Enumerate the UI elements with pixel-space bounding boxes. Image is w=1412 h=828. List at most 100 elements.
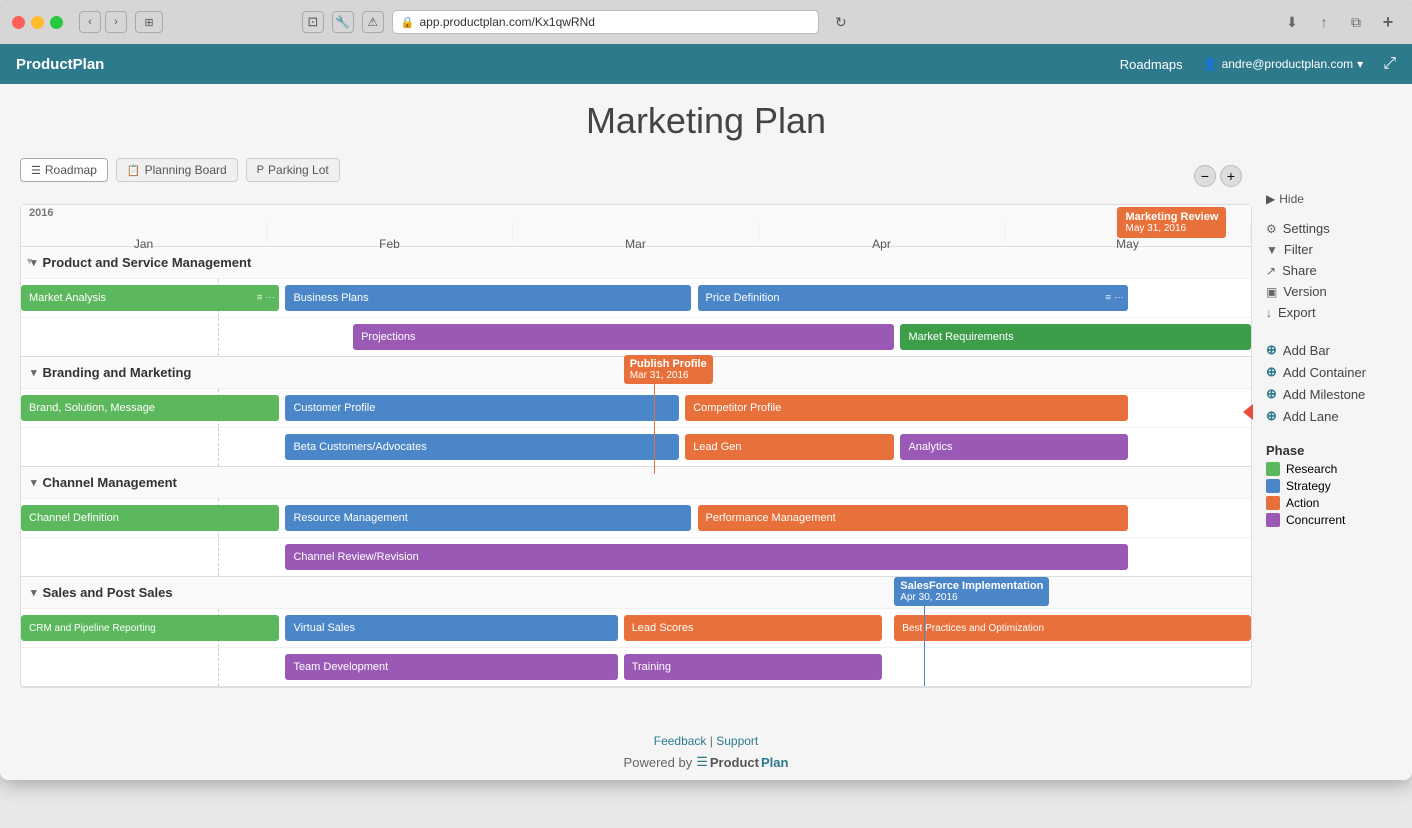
powered-by-text: Powered by	[624, 755, 693, 770]
bar-customer-profile[interactable]: Customer Profile	[285, 395, 679, 421]
add-bar-button[interactable]: ⊕ Add Bar	[1266, 339, 1396, 361]
bar-market-requirements[interactable]: Market Requirements	[900, 324, 1251, 350]
section-branding-title: Branding and Marketing	[43, 365, 192, 380]
bar-beta-customers[interactable]: Beta Customers/Advocates	[285, 434, 679, 460]
main-content: Marketing Plan ☰ Roadmap 📋 Planning Boar…	[0, 84, 1412, 724]
bar-lead-gen[interactable]: Lead Gen	[685, 434, 894, 460]
sidebar-item-version[interactable]: ▣ Version	[1266, 281, 1396, 302]
lane-channel-1: Channel Definition Resource Management P…	[21, 498, 1251, 537]
section-sales-header: ▾ Sales and Post Sales	[21, 577, 1251, 608]
version-icon: ▣	[1266, 285, 1277, 299]
download-icon[interactable]: ⬇	[1280, 10, 1304, 34]
zoom-out-button[interactable]: −	[1194, 165, 1216, 187]
add-milestone-button[interactable]: ⊕ Add Milestone	[1266, 383, 1396, 405]
hide-button[interactable]: ▶ Hide	[1266, 192, 1396, 206]
phase-legend: Phase Research Strategy Action	[1266, 443, 1396, 527]
marketing-review-milestone[interactable]: Marketing Review May 31, 2016	[1117, 207, 1226, 238]
zoom-in-button[interactable]: +	[1220, 165, 1242, 187]
bar-projections[interactable]: Projections	[353, 324, 894, 350]
bar-training[interactable]: Training	[624, 654, 882, 680]
forward-button[interactable]: ›	[105, 11, 127, 33]
bar-competitor-profile[interactable]: Competitor Profile	[685, 395, 1128, 421]
pp-product-text: Product	[710, 755, 759, 770]
user-menu[interactable]: 👤 andre@productplan.com ▾	[1203, 57, 1364, 71]
salesforce-date: Apr 30, 2016	[900, 592, 1043, 603]
tab-planning-board-label: Planning Board	[145, 163, 227, 177]
tab-planning-board[interactable]: 📋 Planning Board	[116, 158, 238, 182]
settings-label: Settings	[1283, 221, 1330, 236]
add-lane-button[interactable]: ⊕ Add Lane	[1266, 405, 1396, 427]
bar-virtual-sales[interactable]: Virtual Sales	[285, 615, 617, 641]
section-channel-title: Channel Management	[43, 475, 177, 490]
filter-label: Filter	[1284, 242, 1313, 257]
salesforce-label: SalesForce Implementation	[900, 580, 1043, 592]
layout-button[interactable]: ⊡	[302, 11, 324, 33]
show-sidebar-button[interactable]: ⊞	[135, 11, 163, 33]
reload-button[interactable]: ↻	[835, 14, 847, 31]
roadmaps-link[interactable]: Roadmaps	[1120, 57, 1183, 72]
bar-resource-management[interactable]: Resource Management	[285, 505, 691, 531]
support-link[interactable]: Support	[716, 734, 758, 748]
feedback-link[interactable]: Feedback	[654, 734, 707, 748]
app-shell: ProductPlan Roadmaps 👤 andre@productplan…	[0, 44, 1412, 780]
address-bar[interactable]: 🔒 app.productplan.com/Kx1qwRNd	[392, 10, 819, 34]
marketing-review-date: May 31, 2016	[1125, 223, 1218, 234]
brand-logo: ProductPlan	[16, 56, 1120, 73]
bar-channel-definition[interactable]: Channel Definition	[21, 505, 279, 531]
sidebar-item-filter[interactable]: ▼ Filter	[1266, 239, 1396, 260]
legend-research: Research	[1266, 462, 1396, 476]
close-button[interactable]	[12, 16, 25, 29]
powered-by: Powered by ☰ ProductPlan	[10, 754, 1402, 770]
roadmap-tab-icon: ☰	[31, 164, 41, 177]
bar-crm-pipeline[interactable]: CRM and Pipeline Reporting	[21, 615, 279, 641]
bar-channel-review[interactable]: Channel Review/Revision	[285, 544, 1128, 570]
publish-profile-line	[654, 384, 655, 474]
publish-profile-milestone[interactable]: Publish Profile Mar 31, 2016	[624, 355, 713, 474]
tab-roadmap[interactable]: ☰ Roadmap	[20, 158, 108, 182]
action-label: Action	[1286, 496, 1319, 510]
tools-button[interactable]: 🔧	[332, 11, 354, 33]
research-label: Research	[1286, 462, 1337, 476]
back-button[interactable]: ‹	[79, 11, 101, 33]
expand-button[interactable]: ⤢	[1383, 55, 1396, 73]
pp-logo-icon: ☰	[696, 754, 708, 770]
dashed-line-2	[218, 318, 219, 356]
tab-row: ☰ Roadmap 📋 Planning Board P Parking Lot	[20, 158, 340, 182]
sidebar-item-share[interactable]: ↗ Share	[1266, 260, 1396, 281]
add-lane-icon: ⊕	[1266, 408, 1277, 424]
lane-product-2: Projections Market Requirements	[21, 317, 1251, 356]
footer: Feedback | Support Powered by ☰ ProductP…	[0, 724, 1412, 780]
sidebar: ▶ Hide ⚙ Settings ▼ Filter ↗	[1266, 192, 1396, 543]
productplan-logo: ☰ ProductPlan	[696, 754, 788, 770]
duplicate-icon[interactable]: ⧉	[1344, 10, 1368, 34]
new-tab-icon[interactable]: +	[1376, 10, 1400, 34]
sidebar-item-export[interactable]: ↓ Export	[1266, 302, 1396, 323]
share-browser-icon[interactable]: ↑	[1312, 10, 1336, 34]
add-bar-label: Add Bar	[1283, 343, 1330, 358]
minimize-button[interactable]	[31, 16, 44, 29]
marketing-review-label: Marketing Review	[1125, 211, 1218, 223]
section-toggle-branding[interactable]: ▾	[31, 366, 37, 379]
bar-team-development[interactable]: Team Development	[285, 654, 617, 680]
salesforce-line	[924, 606, 925, 686]
bar-lead-scores[interactable]: Lead Scores	[624, 615, 882, 641]
section-toggle-channel[interactable]: ▾	[31, 476, 37, 489]
bar-brand-solution[interactable]: Brand, Solution, Message	[21, 395, 279, 421]
bar-performance-management[interactable]: Performance Management	[698, 505, 1129, 531]
lock-icon: 🔒	[401, 16, 415, 29]
sidebar-item-settings[interactable]: ⚙ Settings	[1266, 218, 1396, 239]
bar-market-analysis[interactable]: Market Analysis ≡ ⋯	[21, 285, 279, 311]
dashed-line-6	[218, 538, 219, 576]
bar-price-definition[interactable]: Price Definition ≡ ⋯	[698, 285, 1129, 311]
bar-analytics[interactable]: Analytics	[900, 434, 1128, 460]
fullscreen-button[interactable]	[50, 16, 63, 29]
salesforce-milestone[interactable]: SalesForce Implementation Apr 30, 2016	[894, 577, 1049, 686]
bar-business-plans[interactable]: Business Plans	[285, 285, 691, 311]
publish-profile-label: Publish Profile	[630, 358, 707, 370]
top-nav: ProductPlan Roadmaps 👤 andre@productplan…	[0, 44, 1412, 84]
tab-parking-lot[interactable]: P Parking Lot	[246, 158, 340, 182]
export-icon: ↓	[1266, 306, 1272, 320]
add-container-button[interactable]: ⊕ Add Container	[1266, 361, 1396, 383]
section-toggle-sales[interactable]: ▾	[31, 586, 37, 599]
warning-button[interactable]: ⚠	[362, 11, 384, 33]
